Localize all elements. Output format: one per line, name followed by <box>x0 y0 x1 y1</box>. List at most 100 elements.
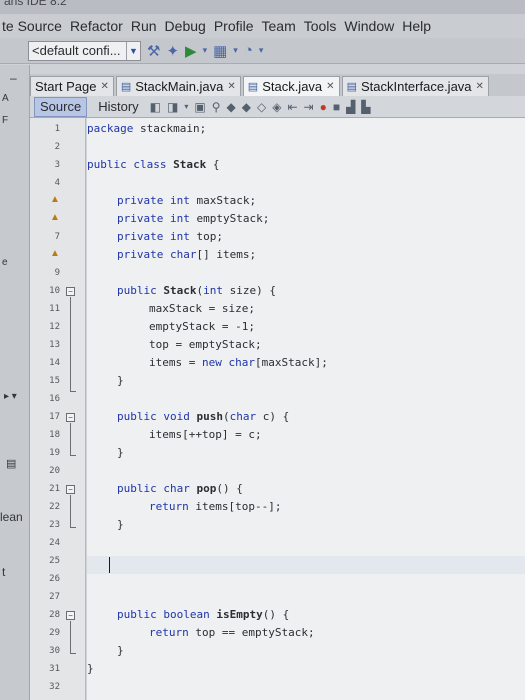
line-number: 21 <box>49 484 60 494</box>
code-line: private int emptyStack; <box>117 212 270 225</box>
tab-stackmain[interactable]: ▤ StackMain.java ✕ <box>115 76 241 96</box>
line-number: 32 <box>49 682 60 692</box>
shift-right-icon[interactable]: ⇥ <box>304 100 314 114</box>
tab-label: Start Page <box>35 79 97 94</box>
source-tab[interactable]: Source <box>34 96 88 117</box>
current-line-highlight <box>87 556 525 574</box>
code-line: } <box>117 374 124 387</box>
find-previous-icon[interactable]: ◆ <box>227 100 236 114</box>
history-tab[interactable]: History <box>93 97 143 117</box>
menu-run[interactable]: Run <box>131 18 157 34</box>
tab-start-page[interactable]: Start Page ✕ <box>30 76 114 96</box>
warning-icon[interactable]: ▲ <box>50 248 60 259</box>
panel-label-f: F <box>2 115 9 126</box>
menu-team[interactable]: Team <box>262 18 296 34</box>
close-icon[interactable]: ✕ <box>476 81 484 92</box>
close-icon[interactable]: ✕ <box>100 81 108 92</box>
panel-label-e: e <box>2 257 8 268</box>
line-number: 24 <box>49 538 60 548</box>
code-line: items[++top] = c; <box>149 428 262 441</box>
menu-profile[interactable]: Profile <box>214 18 254 34</box>
code-line: } <box>117 446 124 459</box>
expand-arrow-icon[interactable]: ▸ ▾ <box>4 391 17 402</box>
chevron-down-icon[interactable]: ▾ <box>233 45 238 56</box>
clean-build-icon[interactable]: ✦ <box>166 42 179 60</box>
bookmark-icon[interactable]: ◈ <box>272 100 281 114</box>
code-line: package stackmain; <box>87 122 207 135</box>
hammer-icon[interactable]: ⚒ <box>147 42 160 60</box>
tab-stack[interactable]: ▤ Stack.java ✕ <box>242 76 340 96</box>
code-line: private int top; <box>117 230 223 243</box>
line-number: 11 <box>49 304 60 314</box>
back-icon[interactable]: ◧ <box>150 100 161 114</box>
menu-help[interactable]: Help <box>402 18 431 34</box>
line-number: 1 <box>54 124 60 134</box>
code-line: private char[] items; <box>117 248 257 261</box>
warning-icon[interactable]: ▲ <box>50 212 60 223</box>
last-edit-icon[interactable]: ▣ <box>194 100 205 114</box>
comment-icon[interactable]: ▟ <box>346 100 355 114</box>
warning-icon[interactable]: ▲ <box>50 194 60 205</box>
line-number: 20 <box>49 466 60 476</box>
line-number: 22 <box>49 502 60 512</box>
fold-toggle-icon[interactable]: − <box>66 287 75 296</box>
line-number: 18 <box>49 430 60 440</box>
search-icon[interactable]: ⚲ <box>212 100 221 114</box>
menu-window[interactable]: Window <box>344 18 394 34</box>
line-number: 14 <box>49 358 60 368</box>
code-editor[interactable]: package stackmain; public class Stack { … <box>87 118 525 700</box>
fold-toggle-icon[interactable]: − <box>66 485 75 494</box>
minimize-icon[interactable]: – <box>10 71 17 85</box>
uncomment-icon[interactable]: ▙ <box>361 100 370 114</box>
fold-guide-end <box>70 527 76 528</box>
code-line: items = new char[maxStack]; <box>149 356 328 369</box>
forward-icon[interactable]: ◨ <box>167 100 178 114</box>
panel-label-t: t <box>2 565 6 579</box>
fold-guide-end <box>70 391 76 392</box>
toggle-highlight-icon[interactable]: ◇ <box>257 100 266 114</box>
fold-toggle-icon[interactable]: − <box>66 413 75 422</box>
fold-guide-end <box>70 455 76 456</box>
find-next-icon[interactable]: ◆ <box>242 100 251 114</box>
chevron-down-icon[interactable]: ▾ <box>203 45 208 56</box>
code-line: public void push(char c) { <box>117 410 290 423</box>
line-number: 30 <box>49 646 60 656</box>
editor-toolbar: Source History ◧ ◨ ▾ ▣ ⚲ ◆ ◆ ◇ ◈ ⇤ ⇥ ● ■… <box>30 96 525 118</box>
config-select[interactable]: <default confi... ▼ <box>28 40 141 61</box>
line-number: 28 <box>49 610 60 620</box>
chevron-down-icon[interactable]: ▾ <box>259 45 264 56</box>
chevron-down-icon[interactable]: ▾ <box>184 102 188 111</box>
close-icon[interactable]: ✕ <box>326 81 334 92</box>
line-number: 27 <box>49 592 60 602</box>
menu-debug[interactable]: Debug <box>165 18 206 34</box>
line-number-gutter: 1 2 3 4 5 6 7 8 9 10 11 12 13 14 15 16 1… <box>30 118 86 700</box>
menu-refactor[interactable]: Refactor <box>70 18 123 34</box>
run-icon[interactable]: ▶ <box>185 42 197 60</box>
line-number: 29 <box>49 628 60 638</box>
stop-macro-icon[interactable]: ■ <box>333 100 340 114</box>
menu-tools[interactable]: Tools <box>304 18 337 34</box>
line-number: 23 <box>49 520 60 530</box>
tab-label: StackMain.java <box>135 79 224 94</box>
fold-guide <box>70 423 71 455</box>
text-caret <box>109 557 110 573</box>
window-title-bar: ans IDE 8.2 <box>0 0 525 14</box>
profile-icon[interactable]: ◔ <box>244 42 253 59</box>
code-line: private int maxStack; <box>117 194 257 207</box>
menu-source[interactable]: te Source <box>2 18 62 34</box>
close-icon[interactable]: ✕ <box>227 81 235 92</box>
debug-icon[interactable]: ▦ <box>213 42 227 60</box>
tab-stackinterface[interactable]: ▤ StackInterface.java ✕ <box>341 76 489 96</box>
navigator-icon[interactable]: ▤ <box>6 457 16 470</box>
code-line: public boolean isEmpty() { <box>117 608 290 621</box>
shift-left-icon[interactable]: ⇤ <box>287 100 297 114</box>
chevron-down-icon[interactable]: ▼ <box>126 41 140 60</box>
line-number: 15 <box>49 376 60 386</box>
config-select-value: <default confi... <box>32 43 121 58</box>
menu-bar: te Source Refactor Run Debug Profile Tea… <box>0 14 525 38</box>
tab-label: Stack.java <box>262 79 323 94</box>
fold-toggle-icon[interactable]: − <box>66 611 75 620</box>
code-line: } <box>87 662 94 675</box>
record-macro-icon[interactable]: ● <box>320 100 327 114</box>
code-line: public char pop() { <box>117 482 243 495</box>
